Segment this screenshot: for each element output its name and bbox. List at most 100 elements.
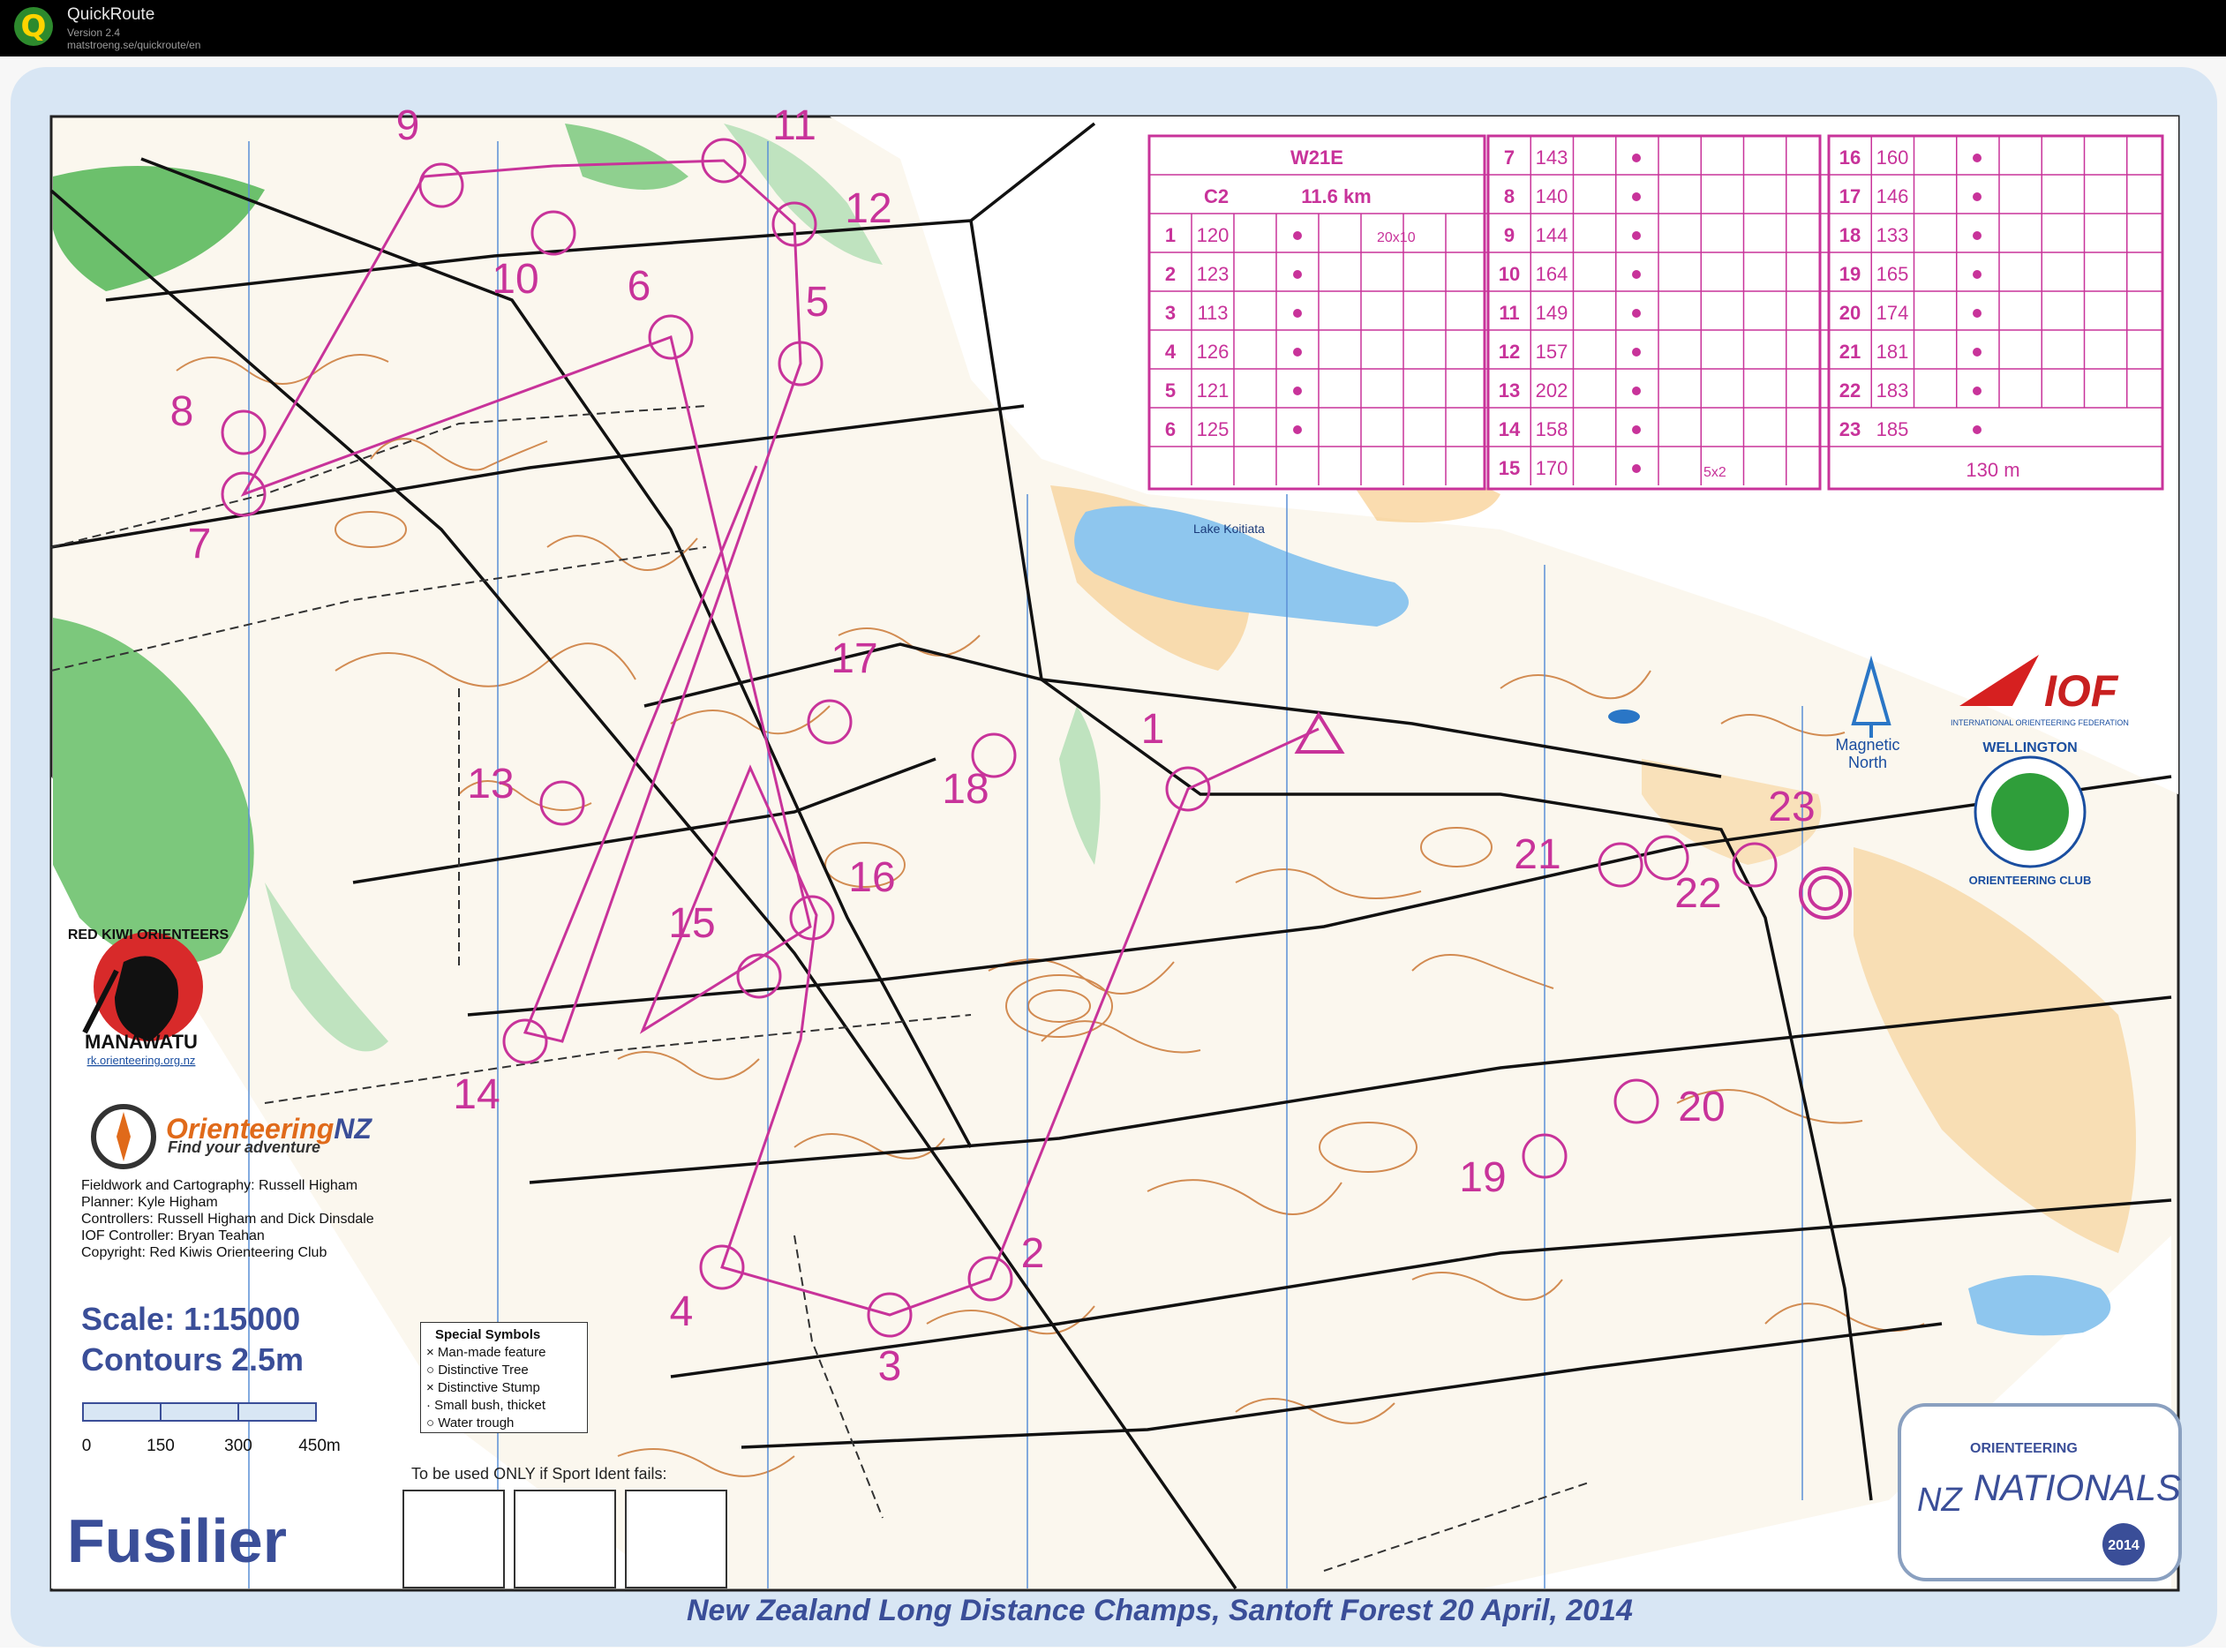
cd-control-code: 146 xyxy=(1876,185,1909,207)
control-number-8: 8 xyxy=(170,388,194,435)
cd-control-number: 20 xyxy=(1839,302,1861,324)
cd-feature-symbol-icon xyxy=(1632,348,1641,357)
control-number-12: 12 xyxy=(845,185,891,232)
cd-control-number: 13 xyxy=(1499,379,1520,402)
red-kiwi-name: RED KIWI ORIENTEERS xyxy=(68,927,229,942)
cd-control-number: 10 xyxy=(1499,263,1520,285)
iof-full-name: INTERNATIONAL ORIENTEERING FEDERATION xyxy=(1951,718,2129,727)
credit-line: Fieldwork and Cartography: Russell Higha… xyxy=(81,1178,358,1193)
map-scale: Scale: 1:15000 xyxy=(81,1301,301,1337)
onz-tagline: Find your adventure xyxy=(168,1138,320,1156)
water-pond xyxy=(1608,710,1640,724)
cd-feature-symbol-icon xyxy=(1293,348,1302,357)
cd-control-code: 158 xyxy=(1536,418,1568,440)
control-description-sheet: W21E C2 11.6 km 20x10 130 m 5x2 1 1202 123… xyxy=(1147,134,2164,491)
wellington-name-2: ORIENTEERING CLUB xyxy=(1969,874,2092,887)
cd-feature-symbol-icon xyxy=(1973,309,1982,318)
cd-control-number: 3 xyxy=(1165,302,1176,324)
event-footer: New Zealand Long Distance Champs, Santof… xyxy=(687,1594,1633,1627)
wellington-name: WELLINGTON xyxy=(1982,740,2077,755)
cd-control-number: 7 xyxy=(1504,146,1515,169)
cd-control-number: 22 xyxy=(1839,379,1861,402)
punch-box xyxy=(625,1490,727,1588)
cd-control-code: 140 xyxy=(1536,185,1568,207)
map-credits: Fieldwork and Cartography: Russell Higha… xyxy=(81,1177,374,1261)
cd-control-number: 21 xyxy=(1839,341,1861,363)
punch-box xyxy=(514,1490,616,1588)
cd-control-code: 120 xyxy=(1197,224,1230,246)
legend-item: ○ Distinctive Tree xyxy=(426,1363,529,1378)
cd-feature-symbol-icon xyxy=(1632,154,1641,162)
cd-control-number: 17 xyxy=(1839,185,1861,207)
cd-control-number: 15 xyxy=(1499,457,1520,479)
control-number-3: 3 xyxy=(878,1343,902,1390)
cd-feature-symbol-icon xyxy=(1632,231,1641,240)
control-number-22: 22 xyxy=(1674,870,1721,917)
cd-feature-symbol-icon xyxy=(1632,192,1641,201)
nationals-nz: NZ xyxy=(1917,1482,1963,1519)
cd-feature-symbol-icon xyxy=(1632,464,1641,473)
map-viewport[interactable]: 1 2 3 4 5 6 7 8 9 10 11 12 13 14 15 16 17 18 19 20 21 22 23 La… xyxy=(0,56,2226,1648)
cd-feature-symbol-icon xyxy=(1973,387,1982,395)
cd-control-number: 2 xyxy=(1165,263,1176,285)
cd-control-number: 9 xyxy=(1504,224,1515,246)
control-number-10: 10 xyxy=(492,256,538,303)
finish-distance: 130 m xyxy=(1966,459,2019,481)
cd-feature-symbol-icon xyxy=(1973,192,1982,201)
special-symbols-legend: Special Symbols × Man-made feature ○ Dis… xyxy=(420,1322,588,1433)
app-version: Version 2.4 xyxy=(67,26,121,39)
cd-feature-symbol-icon xyxy=(1973,348,1982,357)
control-number-14: 14 xyxy=(453,1071,500,1118)
cd-control-code: 157 xyxy=(1536,341,1568,363)
control-number-4: 4 xyxy=(670,1288,694,1335)
scale-label-150: 150 xyxy=(147,1437,175,1455)
legend-item: × Man-made feature xyxy=(426,1345,546,1360)
cd-control-code: 149 xyxy=(1536,302,1568,324)
iof-logo-text: IOF xyxy=(2044,666,2119,716)
magnetic-north-label-2: North xyxy=(1848,754,1887,771)
cd-feature-symbol-icon xyxy=(1293,309,1302,318)
contour-interval: Contours 2.5m xyxy=(81,1341,305,1378)
orienteering-map[interactable]: 1234567891011121314151617181920212223 La… xyxy=(0,56,2226,1648)
cd-control-number: 12 xyxy=(1499,341,1520,363)
cd-control-number: 1 xyxy=(1165,224,1176,246)
cd-feature-symbol-icon xyxy=(1293,231,1302,240)
nationals-org: ORIENTEERING xyxy=(1970,1441,2078,1456)
map-name: Fusilier xyxy=(67,1506,287,1575)
start-size: 20x10 xyxy=(1377,230,1416,245)
control-number-1: 1 xyxy=(1141,706,1165,753)
cd-control-code: 144 xyxy=(1536,224,1568,246)
course-length: 11.6 km xyxy=(1301,185,1372,207)
cd-control-number: 16 xyxy=(1839,146,1861,169)
control-number-11: 11 xyxy=(772,102,816,149)
cd-feature-symbol-icon xyxy=(1973,154,1982,162)
cd-control-number: 5 xyxy=(1165,379,1176,402)
credit-line: Planner: Kyle Higham xyxy=(81,1195,218,1210)
cd-control-code: 160 xyxy=(1876,146,1909,169)
cd-feature-symbol-icon xyxy=(1632,309,1641,318)
cd-control-code: 133 xyxy=(1876,224,1909,246)
cd-control-number: 14 xyxy=(1499,418,1521,440)
cd-control-number: 23 xyxy=(1839,418,1861,440)
credit-line: IOF Controller: Bryan Teahan xyxy=(81,1228,265,1243)
cd-control-code: 174 xyxy=(1876,302,1909,324)
control-number-13: 13 xyxy=(467,761,514,807)
cd-feature-symbol-icon xyxy=(1973,231,1982,240)
control-number-9: 9 xyxy=(396,102,420,149)
app-titlebar: Q QuickRoute Version 2.4 matstroeng.se/q… xyxy=(0,0,2226,56)
cd-control-code: 181 xyxy=(1876,341,1909,363)
cd-control-code: 164 xyxy=(1536,263,1568,285)
app-title: QuickRoute xyxy=(67,5,155,24)
cd-control-code: 170 xyxy=(1536,457,1568,479)
nationals-title: NATIONALS xyxy=(1974,1467,2181,1508)
wellington-oc-logo-inner xyxy=(1991,773,2069,851)
cd-feature-symbol-icon xyxy=(1973,425,1982,434)
cd-feature-symbol-icon xyxy=(1293,387,1302,395)
cd-control-code: 113 xyxy=(1197,302,1228,324)
cd-control-code: 125 xyxy=(1197,418,1230,440)
cd-feature-symbol-icon xyxy=(1632,270,1641,279)
red-kiwi-region: MANAWATU xyxy=(85,1031,198,1053)
control-number-5: 5 xyxy=(806,279,830,326)
legend-item: × Distinctive Stump xyxy=(426,1380,540,1395)
nationals-year: 2014 xyxy=(2108,1538,2140,1553)
